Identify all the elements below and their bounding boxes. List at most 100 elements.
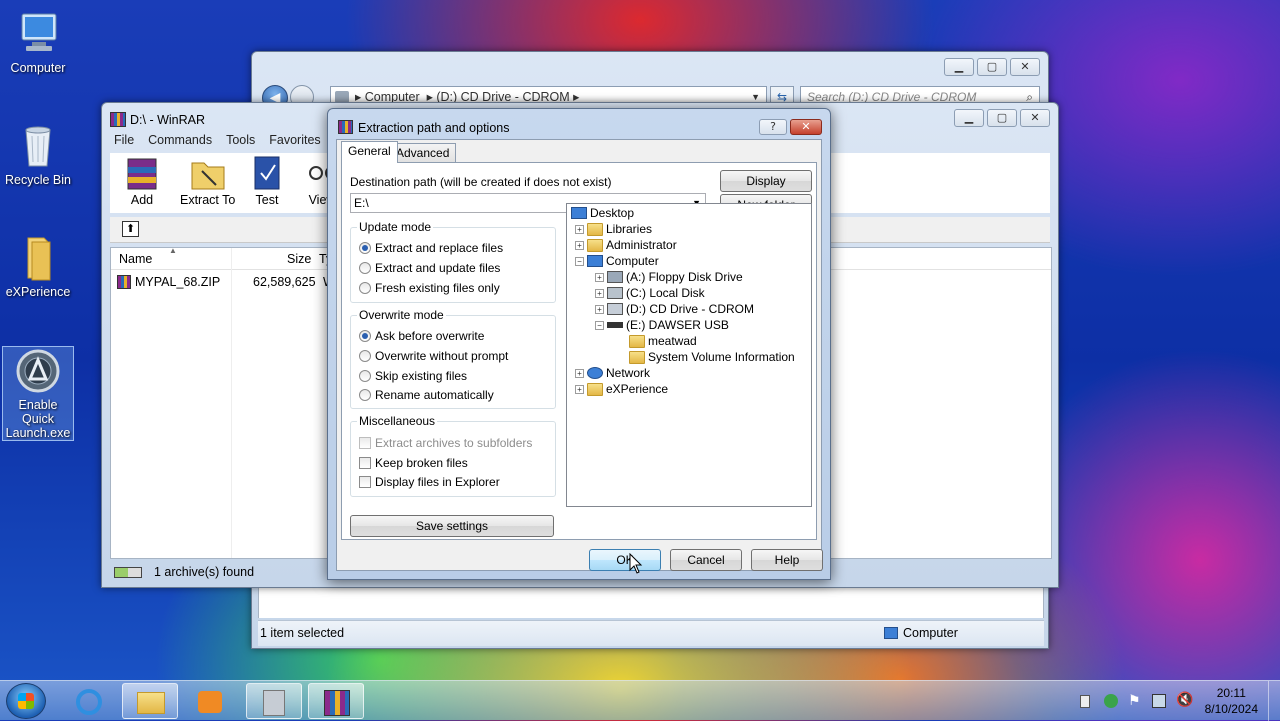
dialog-close-button[interactable]: ✕ (790, 119, 822, 135)
checkbox-display-in-explorer[interactable]: Display files in Explorer (359, 475, 500, 489)
expand-icon[interactable]: + (595, 288, 604, 298)
tree-node-experience[interactable]: + eXPerience (575, 382, 668, 396)
explorer-window-controls: ▁ ▢ ✕ (944, 58, 1040, 76)
add-archive-icon (122, 155, 162, 191)
ok-button[interactable]: OK (589, 549, 661, 571)
tree-node-meatwad[interactable]: meatwad (629, 334, 697, 348)
radio-button[interactable] (359, 282, 371, 294)
tree-node-network[interactable]: + Network (575, 366, 650, 380)
column-name[interactable]: Name (119, 252, 152, 266)
help-button[interactable]: Help (751, 549, 823, 571)
tree-label: (C:) Local Disk (626, 286, 705, 300)
tree-node-cd-drive[interactable]: + (D:) CD Drive - CDROM (595, 302, 754, 316)
menu-tools[interactable]: Tools (226, 133, 255, 147)
expand-icon[interactable]: + (595, 272, 604, 282)
minimize-button[interactable]: ▁ (944, 58, 974, 76)
menu-file[interactable]: File (114, 133, 134, 147)
display-button[interactable]: Display (720, 170, 812, 192)
maximize-button[interactable]: ▢ (977, 58, 1007, 76)
expand-icon[interactable]: + (595, 304, 604, 314)
extract-to-button[interactable]: Extract To (180, 155, 235, 207)
tray-flag-icon[interactable]: ⚑ (1128, 693, 1141, 709)
network-icon (587, 367, 603, 379)
radio-button[interactable] (359, 350, 371, 362)
desktop-icon-label: Recycle Bin (5, 173, 71, 187)
expand-icon[interactable]: + (575, 240, 584, 250)
desktop-icon-experience[interactable]: eXPerience (2, 234, 74, 299)
taskbar-internet-explorer[interactable] (62, 683, 118, 719)
menu-commands[interactable]: Commands (148, 133, 212, 147)
installer-icon (263, 690, 285, 716)
checkbox[interactable] (359, 476, 371, 488)
tab-advanced[interactable]: Advanced (389, 143, 457, 163)
cancel-button[interactable]: Cancel (670, 549, 742, 571)
tray-shield-icon[interactable] (1104, 694, 1118, 708)
checkbox-label: Keep broken files (375, 456, 468, 470)
collapse-icon[interactable]: − (575, 256, 584, 266)
radio-extract-replace[interactable]: Extract and replace files (359, 241, 503, 255)
checkbox (359, 437, 371, 449)
maximize-button[interactable]: ▢ (987, 109, 1017, 127)
tray-network-icon[interactable] (1152, 694, 1166, 708)
tab-general[interactable]: General (341, 141, 398, 163)
column-size[interactable]: Size (287, 252, 311, 266)
taskbar-media-player[interactable] (182, 683, 238, 719)
tree-node-floppy[interactable]: + (A:) Floppy Disk Drive (595, 270, 743, 284)
radio-button[interactable] (359, 262, 371, 274)
radio-skip-existing[interactable]: Skip existing files (359, 369, 467, 383)
taskbar-installer[interactable] (246, 683, 302, 719)
internet-explorer-icon (76, 689, 102, 715)
desktop-icon-enable-quick-launch[interactable]: Enable Quick Launch.exe (2, 346, 74, 441)
save-settings-button[interactable]: Save settings (350, 515, 554, 537)
taskbar-clock[interactable]: 20:11 8/10/2024 (1205, 685, 1258, 717)
tree-node-usb[interactable]: − (E:) DAWSER USB (595, 318, 729, 332)
radio-overwrite-without-prompt[interactable]: Overwrite without prompt (359, 349, 508, 363)
tree-node-desktop[interactable]: Desktop (571, 206, 634, 220)
recycle-bin-icon (14, 122, 62, 170)
checkbox[interactable] (359, 457, 371, 469)
show-desktop-button[interactable] (1268, 681, 1280, 721)
minimize-button[interactable]: ▁ (954, 109, 984, 127)
extraction-dialog[interactable]: Extraction path and options ? ✕ General … (327, 108, 831, 580)
radio-button[interactable] (359, 370, 371, 382)
test-button[interactable]: Test (247, 155, 287, 207)
table-row[interactable]: MYPAL_68.ZIP 62,589,625 W (115, 274, 335, 292)
radio-extract-update[interactable]: Extract and update files (359, 261, 500, 275)
close-button[interactable]: ✕ (1010, 58, 1040, 76)
tray-document-icon[interactable] (1080, 695, 1090, 708)
desktop-icon-computer[interactable]: Computer (2, 10, 74, 75)
expand-icon[interactable]: + (575, 224, 584, 234)
radio-button[interactable] (359, 242, 371, 254)
expand-icon[interactable]: + (575, 368, 584, 378)
radio-button[interactable] (359, 330, 371, 342)
tree-node-local-disk[interactable]: + (C:) Local Disk (595, 286, 705, 300)
collapse-icon[interactable]: − (595, 320, 604, 330)
taskbar-explorer[interactable] (122, 683, 178, 719)
taskbar-winrar[interactable] (308, 683, 364, 719)
taskbar: ⚑ 🔇 20:11 8/10/2024 (0, 680, 1280, 721)
media-player-icon (198, 691, 222, 713)
tree-node-administrator[interactable]: + Administrator (575, 238, 677, 252)
start-button[interactable] (6, 683, 46, 719)
radio-button[interactable] (359, 389, 371, 401)
radio-fresh-existing[interactable]: Fresh existing files only (359, 281, 500, 295)
desktop-icon-recycle-bin[interactable]: Recycle Bin (2, 122, 74, 187)
up-folder-icon[interactable]: ⬆ (122, 221, 139, 237)
radio-rename-automatically[interactable]: Rename automatically (359, 388, 494, 402)
dialog-help-button[interactable]: ? (759, 119, 787, 135)
tree-node-computer[interactable]: − Computer (575, 254, 659, 268)
folder-icon (137, 692, 165, 714)
close-button[interactable]: ✕ (1020, 109, 1050, 127)
menu-favorites[interactable]: Favorites (269, 133, 320, 147)
tree-label: eXPerience (606, 382, 669, 396)
desktop-icon-label: Computer (10, 61, 66, 75)
tree-node-libraries[interactable]: + Libraries (575, 222, 652, 236)
miscellaneous-group: Miscellaneous Extract archives to subfol… (350, 414, 556, 497)
expand-icon[interactable]: + (575, 384, 584, 394)
radio-ask-before-overwrite[interactable]: Ask before overwrite (359, 329, 484, 343)
tree-node-system-volume[interactable]: System Volume Information (629, 350, 795, 364)
folder-tree[interactable]: Desktop + Libraries + Administrator − Compu… (566, 203, 812, 507)
add-button[interactable]: Add (122, 155, 162, 207)
tray-volume-muted-icon[interactable]: 🔇 (1176, 692, 1193, 708)
checkbox-keep-broken-files[interactable]: Keep broken files (359, 456, 468, 470)
